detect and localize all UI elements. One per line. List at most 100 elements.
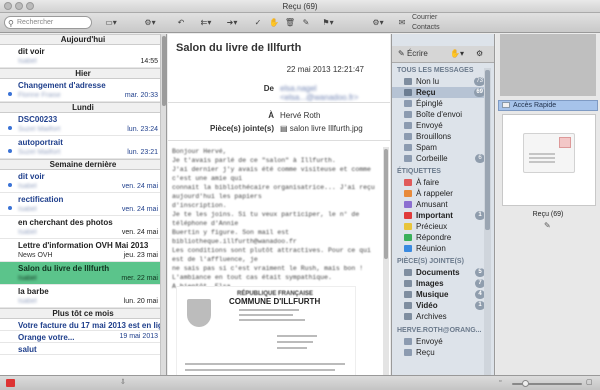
reading-pane-scrollbar[interactable]: [383, 147, 389, 375]
unread-icon: [8, 126, 12, 130]
search-input[interactable]: ⚲ Rechercher: [4, 16, 92, 29]
tag-icon[interactable]: ⚑▾: [318, 16, 338, 29]
unread-icon: [8, 183, 12, 187]
list-item[interactable]: Lettre d'information OVH Mai 2013 News O…: [0, 239, 166, 262]
junk-icon[interactable]: ✋: [268, 16, 280, 29]
list-item[interactable]: Orange votre... 19 mai 2013: [0, 331, 166, 343]
search-icon: ⚲: [8, 19, 14, 28]
view-options-button[interactable]: ▭▾: [98, 16, 124, 29]
unread-icon: [8, 206, 12, 210]
to-label: À: [268, 111, 274, 120]
compose-button[interactable]: ✎ Écrire: [398, 49, 428, 58]
window-title: Reçu (69): [282, 2, 318, 11]
zoom-small-icon: ▫: [499, 378, 502, 385]
message-body: Bonjour Hervé, Je t'avais parlé de ce "s…: [172, 148, 375, 290]
unread-icon: [8, 149, 12, 153]
label-fun[interactable]: Amusant: [392, 199, 488, 210]
coat-of-arms-icon: [187, 299, 211, 327]
message-list-scrollbar[interactable]: [160, 34, 166, 375]
account-inbox[interactable]: Reçu: [392, 347, 488, 358]
group-header: Hier: [0, 68, 166, 79]
actions-gear-icon[interactable]: ⚙▾: [368, 16, 388, 29]
envelope-icon: [502, 102, 510, 108]
edit-icon[interactable]: ✎: [544, 221, 551, 230]
label-meeting[interactable]: Réunion: [392, 243, 488, 254]
label-callback[interactable]: À rappeler: [392, 188, 488, 199]
attach-music[interactable]: Musique 4: [392, 289, 488, 300]
label-precious[interactable]: Précieux: [392, 221, 488, 232]
label-important[interactable]: Important 1: [392, 210, 488, 221]
list-item[interactable]: Changement d'adresse Florine Fraise mar.…: [0, 79, 166, 102]
sidebar-gear-icon[interactable]: ⚙: [476, 49, 483, 58]
pin-icon[interactable]: ✎: [300, 16, 312, 29]
unread-icon: [8, 92, 12, 96]
quick-access-card[interactable]: [502, 114, 596, 206]
zoom-slider-handle[interactable]: [522, 380, 529, 387]
sidebar-scrollbar[interactable]: [484, 68, 491, 375]
mailbox-unread[interactable]: Non lu 73: [392, 76, 488, 87]
from-value[interactable]: elsa.nagel <elsa...@wanadoo.fr>: [280, 84, 390, 102]
contacts-button[interactable]: Contacts: [412, 24, 452, 32]
message-list: Aujourd'hui dit voir Isabel 14:55 Hier C…: [0, 34, 167, 375]
attachment-link[interactable]: ▤ salon livre Illfurth.jpg: [280, 124, 363, 133]
group-header: Aujourd'hui: [0, 34, 166, 45]
status-bar: ⇩ ▫ ▢: [0, 375, 600, 390]
reply-icon[interactable]: ↶: [174, 16, 188, 29]
title-bar: Reçu (69): [0, 0, 600, 13]
window-controls[interactable]: [4, 2, 34, 10]
gear-icon[interactable]: ⚙▾: [140, 16, 160, 29]
section-attachments: PIÈCE(S) JOINTE(S): [397, 258, 464, 265]
attach-video[interactable]: Vidéo 1: [392, 300, 488, 311]
attach-documents[interactable]: Documents 5: [392, 267, 488, 278]
account-sent[interactable]: Envoyé: [392, 336, 488, 347]
reply-all-icon[interactable]: ⇇▾: [196, 16, 216, 29]
stamp-icon: [559, 137, 571, 148]
label-reply[interactable]: Répondre: [392, 232, 488, 243]
sidebar-action-icon[interactable]: ✋▾: [450, 49, 464, 58]
list-item[interactable]: la barbe Isabel lun. 20 mai: [0, 285, 166, 308]
attachment-icon: ▤: [280, 124, 290, 133]
mailbox-sent[interactable]: Envoyé: [392, 120, 488, 131]
mailbox-drafts[interactable]: Brouillons: [392, 131, 488, 142]
group-header: Plus tôt ce mois: [0, 308, 166, 319]
attachment-preview[interactable]: RÉPUBLIQUE FRANÇAISE COMMUNE D'ILLFURTH: [176, 286, 356, 375]
warning-icon[interactable]: [6, 379, 15, 387]
list-item[interactable]: dit voir Isabel ven. 24 mai: [0, 170, 166, 193]
section-all-messages: TOUS LES MESSAGES: [397, 67, 474, 74]
zoom-large-icon: ▢: [586, 379, 593, 386]
mailbox-trash[interactable]: Corbeille 6: [392, 153, 488, 164]
to-value[interactable]: Hervé Roth: [280, 111, 320, 120]
message-date: 22 mai 2013 12:21:47: [286, 65, 364, 74]
list-item[interactable]: DSC00233 Suzel Mailfort lun. 23:24: [0, 113, 166, 136]
list-item[interactable]: dit voir Isabel 14:55: [0, 45, 166, 68]
list-item[interactable]: en cherchant des photos Isabel ven. 24 m…: [0, 216, 166, 239]
attach-archives[interactable]: Archives: [392, 311, 488, 322]
quick-access-preview: [500, 34, 596, 96]
mailbox-pinned[interactable]: Épinglé: [392, 98, 488, 109]
label-todo[interactable]: À faire: [392, 177, 488, 188]
trash-icon[interactable]: 🗑: [284, 16, 296, 29]
section-labels: ÉTIQUETTES: [397, 168, 441, 175]
group-header: Lundi: [0, 102, 166, 113]
mailbox-spam[interactable]: Spam: [392, 142, 488, 153]
inbox-icon[interactable]: ✉: [396, 16, 408, 29]
sidebar-toolbar: ✎ Écrire ✋▾ ⚙: [392, 46, 494, 63]
mailbox-sidebar: ✎ Écrire ✋▾ ⚙ TOUS LES MESSAGES Non lu 73…: [391, 34, 495, 375]
forward-icon[interactable]: ➜▾: [222, 16, 242, 29]
mailbox-outbox[interactable]: Boîte d'envoi: [392, 109, 488, 120]
check-icon[interactable]: ✓: [252, 16, 264, 29]
attach-images[interactable]: Images 7: [392, 278, 488, 289]
toolbar: ⚲ Rechercher ▭▾ ⚙▾ ↶ ⇇▾ ➜▾ ✓ ✋ 🗑 ✎ ⚑▾ ⚙▾…: [0, 13, 600, 33]
list-item[interactable]: rectification Isabel ven. 24 mai: [0, 193, 166, 216]
mailbox-inbox[interactable]: Reçu 69: [392, 87, 488, 98]
quick-access-label: Reçu (69): [532, 211, 564, 218]
group-header: Semaine dernière: [0, 159, 166, 170]
list-item-selected[interactable]: Salon du livre de Illfurth Isabel mer. 2…: [0, 262, 166, 285]
quick-access-header[interactable]: Accès Rapide: [498, 100, 598, 111]
from-label: De: [263, 84, 274, 93]
list-item[interactable]: salut: [0, 343, 166, 355]
section-account: HERVE.ROTH@ORANG...: [397, 327, 482, 334]
status-action-icon[interactable]: ⇩: [120, 378, 126, 386]
list-item[interactable]: Votre facture du 17 mai 2013 est en lign…: [0, 319, 166, 331]
list-item[interactable]: autoportrait Suzel Mailfort lun. 23:21: [0, 136, 166, 159]
